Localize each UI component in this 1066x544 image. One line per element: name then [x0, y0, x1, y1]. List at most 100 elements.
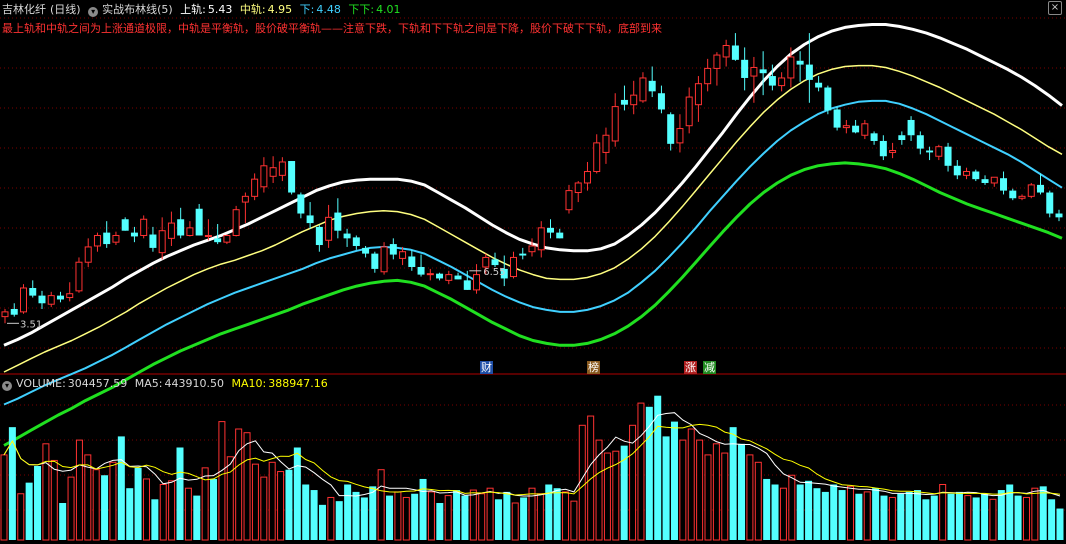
candle-body [648, 80, 656, 92]
candle-body [371, 253, 379, 269]
candle-body [241, 195, 249, 203]
candle-body [1027, 184, 1035, 197]
candle [1009, 188, 1017, 201]
candle-body [454, 275, 462, 280]
candle-body [214, 238, 222, 243]
candle [204, 219, 212, 241]
volume-bar [226, 456, 234, 541]
volume-bar [930, 495, 938, 540]
volume-label: VOLUME: [16, 377, 66, 390]
candle [56, 291, 64, 303]
candle-body [528, 245, 536, 253]
volume-bar [754, 461, 762, 541]
close-icon[interactable]: × [1048, 1, 1062, 15]
candle [84, 238, 92, 267]
candle [741, 47, 749, 91]
volume-bar [277, 471, 285, 541]
volume-bar [603, 452, 611, 541]
volume-bar [696, 439, 704, 541]
volume-bar [59, 503, 67, 540]
candle [667, 112, 675, 151]
candle [602, 127, 610, 164]
ma5-value: 443910.50 [164, 377, 225, 390]
ma5-label: MA5: [134, 377, 163, 390]
volume-bar [34, 466, 42, 540]
volume-bar [210, 478, 218, 540]
candle [981, 175, 989, 185]
candle-body [963, 171, 971, 176]
candle-body [685, 96, 693, 127]
candle-body [121, 219, 129, 231]
event-ranking-marker[interactable]: 榜 [587, 361, 600, 374]
candle [972, 169, 980, 182]
mid-band-label: 中轨: [239, 3, 266, 16]
min-price-label: 3.51 [20, 319, 42, 330]
volume-bar [830, 484, 838, 540]
event-limitup-marker[interactable]: 涨 [684, 361, 697, 374]
candle [103, 221, 111, 248]
candle-body [75, 261, 83, 292]
volume-header: ▾ VOLUME: 304457.59 MA5: 443910.50 MA10: 388… [2, 377, 332, 391]
event-finance-marker[interactable]: 财 [480, 361, 493, 374]
candle [93, 232, 101, 252]
candle [352, 235, 360, 250]
candle-body [399, 251, 407, 259]
volume-bar [989, 498, 997, 541]
volume-bar [142, 478, 150, 541]
volume-bar [117, 436, 125, 540]
candle [380, 242, 388, 275]
candlesticks [1, 33, 1063, 324]
volume-bar [126, 488, 134, 540]
candle [694, 76, 702, 122]
volume-bar [419, 478, 427, 540]
candle [325, 204, 333, 248]
volume-bar [520, 497, 528, 540]
indicator-name[interactable]: 实战布林线(5) [102, 3, 173, 16]
volume-bar [268, 461, 276, 541]
volume-bar [922, 499, 930, 540]
volume-bar [461, 495, 469, 540]
upper-band-label: 上轨: [180, 3, 206, 16]
volume-bar [1031, 487, 1039, 541]
candle-body [56, 295, 64, 300]
candle-body [639, 77, 647, 102]
volume-bar [360, 497, 368, 540]
candle [47, 291, 55, 308]
candle-body [574, 182, 582, 194]
volume-bar [670, 421, 678, 540]
volume-bar [1039, 486, 1047, 540]
candle [10, 303, 18, 317]
indicator-menu-icon[interactable]: ▾ [88, 7, 99, 17]
candle-body [620, 99, 628, 105]
candle [315, 224, 323, 252]
candle [815, 76, 823, 92]
volume-bar [92, 469, 100, 541]
candle [186, 221, 194, 237]
volume-bar [218, 421, 226, 541]
candle [639, 72, 647, 103]
candle [824, 85, 832, 115]
candle-body [186, 227, 194, 236]
stock-name[interactable]: 吉林化纤 [2, 3, 46, 16]
candle [223, 234, 231, 245]
candle [861, 119, 869, 140]
candle [537, 221, 545, 258]
candle [371, 251, 379, 273]
candle [565, 184, 573, 214]
volume-menu-icon[interactable]: ▾ [2, 381, 12, 391]
candle [926, 146, 934, 161]
candle-body [306, 215, 314, 224]
candle-body [1000, 178, 1008, 191]
volume-bar [888, 496, 896, 541]
candle [1027, 182, 1035, 199]
event-reduction-marker[interactable]: 减 [703, 361, 716, 374]
candle-body [953, 165, 961, 176]
volume-bar [251, 463, 259, 541]
volume-bar [101, 475, 109, 540]
candle [38, 290, 46, 309]
volume-bar [796, 484, 804, 540]
candle [473, 264, 481, 294]
period-label[interactable]: (日线) [50, 3, 81, 16]
candle [75, 257, 83, 293]
candle [445, 270, 453, 285]
